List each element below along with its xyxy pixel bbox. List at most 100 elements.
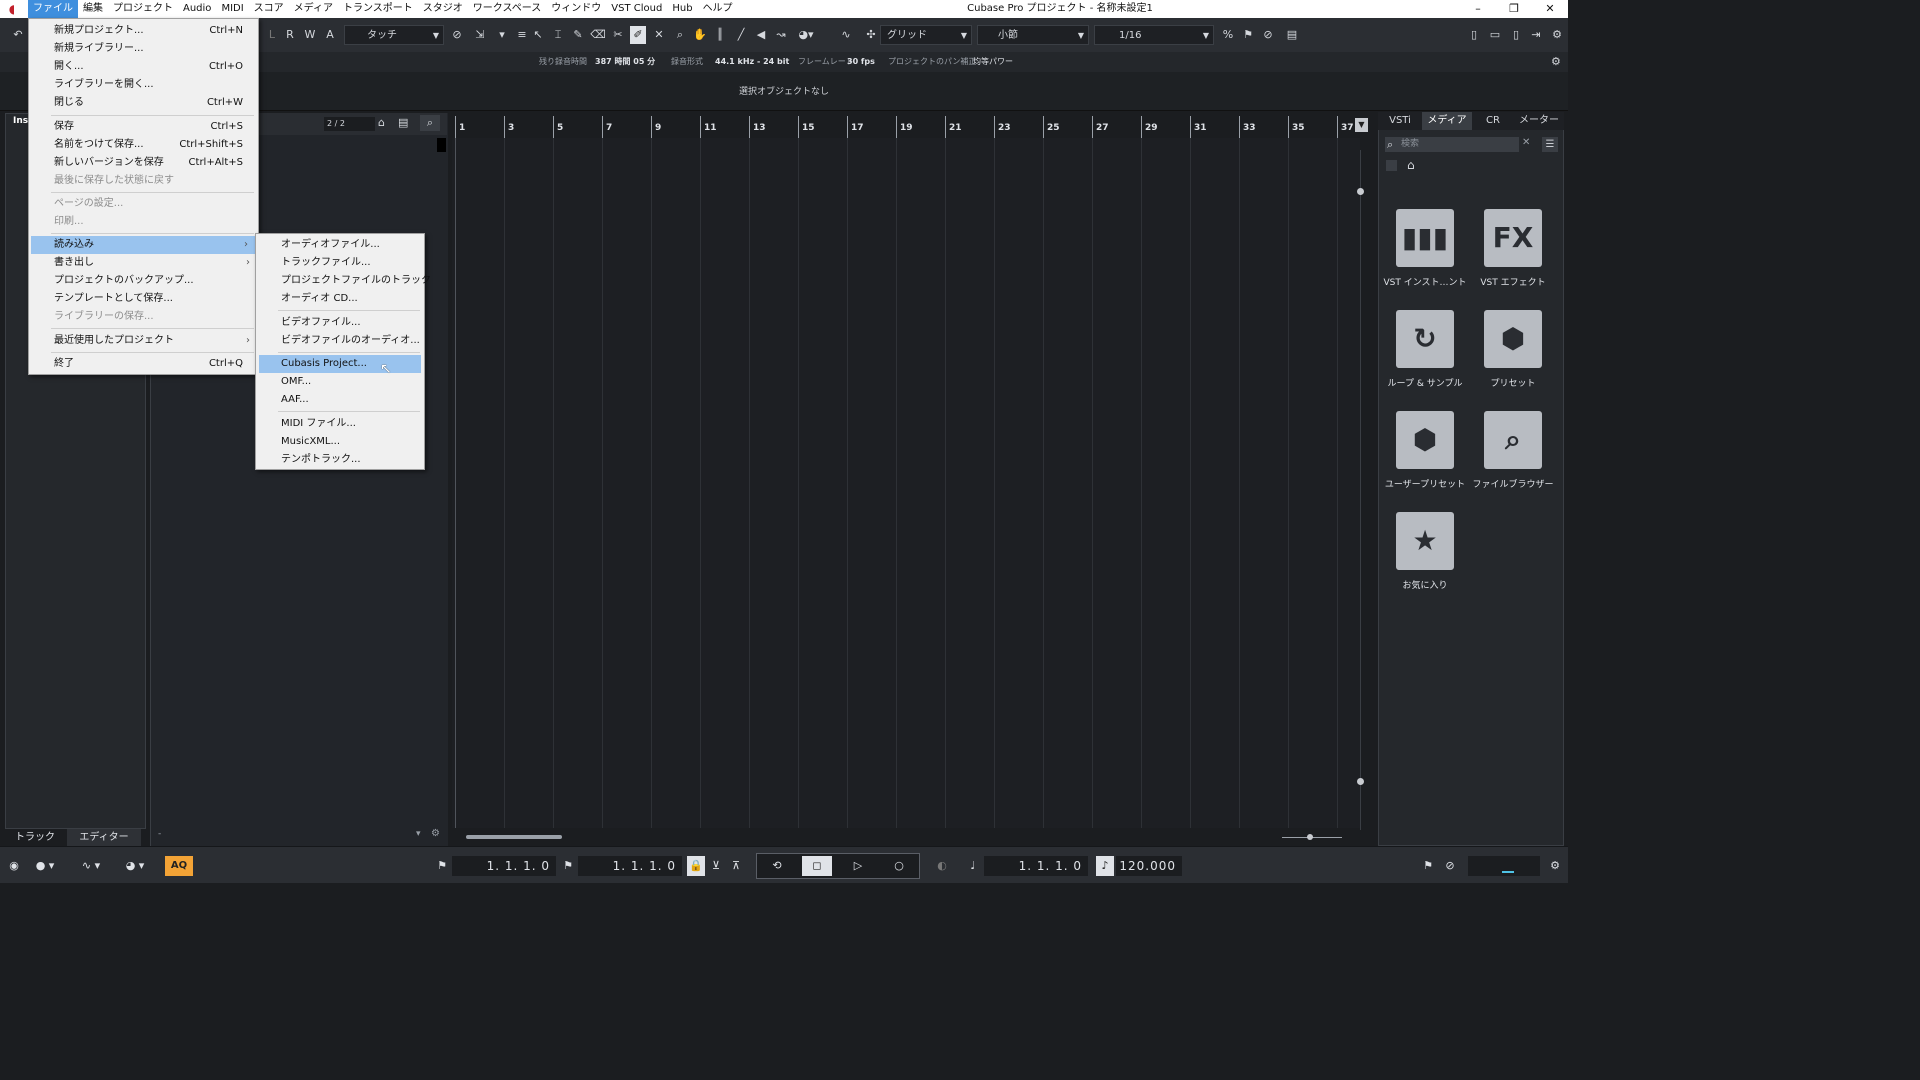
menu-item-new-library[interactable]: 新規ライブラリー... bbox=[29, 40, 258, 58]
tempo-track-icon[interactable]: ♪ bbox=[1096, 856, 1114, 876]
tile-presets[interactable]: ⬢ プリセット bbox=[1470, 310, 1556, 389]
sync-icon[interactable]: ⊘ bbox=[449, 26, 465, 44]
rec-format-value[interactable]: 44.1 kHz - 24 bit bbox=[715, 52, 789, 72]
menu-item-audio-from-video[interactable]: ビデオファイルのオーディオ... bbox=[256, 332, 424, 350]
read-button[interactable]: R bbox=[282, 26, 298, 44]
pan-law-value[interactable]: 均等パワー bbox=[973, 52, 1013, 72]
tempo-display[interactable]: 120.000 bbox=[1116, 856, 1182, 876]
menu-midi[interactable]: MIDI bbox=[216, 0, 248, 18]
tempo-mode-icon[interactable]: ◕ ▾ bbox=[118, 856, 152, 876]
punch-in-icon[interactable]: ⊻ bbox=[708, 856, 724, 876]
menu-edit[interactable]: 編集 bbox=[78, 0, 108, 18]
stop-button[interactable]: ◻ bbox=[802, 856, 832, 876]
menu-item-save-as[interactable]: 名前をつけて保存... Ctrl+Shift+S bbox=[29, 136, 258, 154]
menu-item-open-library[interactable]: ライブラリーを開く... bbox=[29, 76, 258, 94]
warp-tool-icon[interactable]: ↝ bbox=[773, 26, 789, 44]
tile-favorites[interactable]: ★ お気に入り bbox=[1382, 512, 1468, 591]
menu-item-backup-project[interactable]: プロジェクトのバックアップ... bbox=[29, 272, 258, 290]
play-button[interactable]: ▷ bbox=[843, 856, 873, 876]
layout-lower-icon[interactable]: ▭ bbox=[1487, 26, 1503, 44]
menu-studio[interactable]: スタジオ bbox=[418, 0, 468, 18]
layout-left-icon[interactable]: ▯ bbox=[1466, 26, 1482, 44]
menu-item-open[interactable]: 開く... Ctrl+O bbox=[29, 58, 258, 76]
left-locator-field[interactable]: 1. 1. 1. 0 bbox=[452, 856, 556, 876]
record-mode-icon[interactable]: ● ▾ bbox=[30, 856, 60, 876]
layout-right-icon[interactable]: ▯ bbox=[1508, 26, 1524, 44]
menu-score[interactable]: スコア bbox=[249, 0, 289, 18]
erase-tool-icon[interactable]: ⌫ bbox=[590, 26, 606, 44]
audio-mode-icon[interactable]: ∿ ▾ bbox=[74, 856, 108, 876]
vertical-zoom-handle[interactable] bbox=[1357, 188, 1364, 195]
auto-scroll-icon[interactable]: ∿ bbox=[838, 26, 854, 44]
search-icon[interactable]: ⌕ bbox=[420, 115, 440, 131]
right-locator-icon[interactable]: ⚑ bbox=[560, 856, 576, 876]
menu-audio[interactable]: Audio bbox=[178, 0, 216, 18]
menu-file[interactable]: ファイル bbox=[28, 0, 78, 18]
menu-item-revert[interactable]: 最後に保存した状態に戻す bbox=[29, 172, 258, 190]
menu-item-close[interactable]: 閉じる Ctrl+W bbox=[29, 94, 258, 112]
zoom-slider-handle[interactable] bbox=[1307, 834, 1313, 840]
track-scroll-handle[interactable] bbox=[437, 138, 446, 152]
menu-item-page-setup[interactable]: ページの設定... bbox=[29, 195, 258, 213]
cubase-logo-icon[interactable]: ◖ bbox=[5, 2, 19, 16]
menu-item-save-library[interactable]: ライブラリーの保存... bbox=[29, 308, 258, 326]
vertical-zoom-handle-lower[interactable] bbox=[1357, 778, 1364, 785]
rec-time-value[interactable]: 387 時間 05 分 bbox=[595, 52, 655, 72]
clear-search-icon[interactable]: ✕ bbox=[1522, 137, 1530, 148]
ruler[interactable]: 1 3 5 7 9 11 13 15 17 19 21 23 25 27 29 … bbox=[452, 116, 1360, 139]
chevron-down-icon[interactable]: ▾ bbox=[494, 26, 510, 44]
menu-item-import[interactable]: 読み込み › bbox=[31, 236, 256, 254]
glue-tool-icon[interactable]: ✐ bbox=[630, 26, 646, 44]
object-selection-icon[interactable]: ⇲ bbox=[472, 26, 488, 44]
gear-icon[interactable]: ⚙ bbox=[1546, 856, 1564, 876]
menu-hub[interactable]: Hub bbox=[667, 0, 697, 18]
menu-item-aaf[interactable]: AAF... bbox=[256, 391, 424, 409]
tab-media[interactable]: メディア bbox=[1422, 112, 1472, 130]
menu-transport[interactable]: トランスポート bbox=[338, 0, 418, 18]
metronome-icon[interactable]: ◐ bbox=[930, 856, 954, 876]
color-icon[interactable]: ◕▾ bbox=[798, 26, 814, 44]
tab-vsti[interactable]: VSTi bbox=[1378, 112, 1422, 130]
menu-item-audio-file[interactable]: オーディオファイル... bbox=[256, 236, 424, 254]
quantize-apply-icon[interactable]: ⚑ bbox=[1240, 26, 1256, 44]
menu-help[interactable]: ヘルプ bbox=[698, 0, 738, 18]
grid-type-select[interactable]: 小節 ▼ bbox=[977, 25, 1089, 45]
menu-window[interactable]: ウィンドウ bbox=[546, 0, 606, 18]
chevron-down-icon[interactable]: ▾ bbox=[416, 829, 421, 839]
write-button[interactable]: W bbox=[302, 26, 318, 44]
menu-item-new-project[interactable]: 新規プロジェクト... Ctrl+N bbox=[29, 22, 258, 40]
menu-item-print[interactable]: 印刷... bbox=[29, 213, 258, 231]
home-icon[interactable]: ⌂ bbox=[1407, 158, 1415, 172]
menu-vst-cloud[interactable]: VST Cloud bbox=[606, 0, 667, 18]
menu-item-track-file[interactable]: トラックファイル... bbox=[256, 254, 424, 272]
gear-icon[interactable]: ⚙ bbox=[1551, 52, 1561, 72]
horizontal-scrollbar[interactable] bbox=[452, 829, 1360, 846]
tile-vst-instruments[interactable]: ▮▮▮ VST インスト…ント bbox=[1382, 209, 1468, 288]
frame-rate-value[interactable]: 30 fps bbox=[847, 52, 875, 72]
line-tool-icon[interactable]: ╱ bbox=[733, 26, 749, 44]
sync-icon[interactable]: ⊘ bbox=[1440, 856, 1460, 876]
menu-item-musicxml[interactable]: MusicXML... bbox=[256, 433, 424, 451]
close-button[interactable]: ✕ bbox=[1532, 0, 1568, 18]
lock-icon[interactable]: 🔒 bbox=[687, 856, 705, 876]
menu-item-save-as-template[interactable]: テンプレートとして保存... bbox=[29, 290, 258, 308]
undo-icon[interactable]: ↶ bbox=[10, 26, 26, 44]
menu-item-save[interactable]: 保存 Ctrl+S bbox=[29, 118, 258, 136]
project-window[interactable] bbox=[452, 138, 1360, 828]
tuner-icon[interactable]: ⚑ bbox=[1418, 856, 1438, 876]
automation-a-button[interactable]: A bbox=[322, 26, 338, 44]
tab-editor[interactable]: エディター bbox=[67, 829, 141, 846]
gear-icon[interactable]: ⚙ bbox=[1549, 26, 1565, 44]
menu-item-audio-cd[interactable]: オーディオ CD... bbox=[256, 290, 424, 308]
maximize-button[interactable]: ❐ bbox=[1496, 0, 1532, 18]
tile-file-browser[interactable]: ⌕ ファイルブラウザー bbox=[1470, 411, 1556, 490]
read-l-button[interactable]: L bbox=[264, 26, 280, 44]
menu-item-cubasis-project[interactable]: Cubasis Project... bbox=[259, 355, 421, 373]
minimize-button[interactable]: – bbox=[1460, 0, 1496, 18]
play-tool-icon[interactable]: ◀ bbox=[753, 26, 769, 44]
list-view-icon[interactable]: ☰ bbox=[1542, 137, 1558, 152]
split-tool-icon[interactable]: ✂ bbox=[610, 26, 626, 44]
gear-icon[interactable]: ⚙ bbox=[431, 828, 440, 839]
tile-vst-effects[interactable]: FX VST エフェクト bbox=[1470, 209, 1556, 288]
snap-type-select[interactable]: グリッド ▼ bbox=[880, 25, 972, 45]
